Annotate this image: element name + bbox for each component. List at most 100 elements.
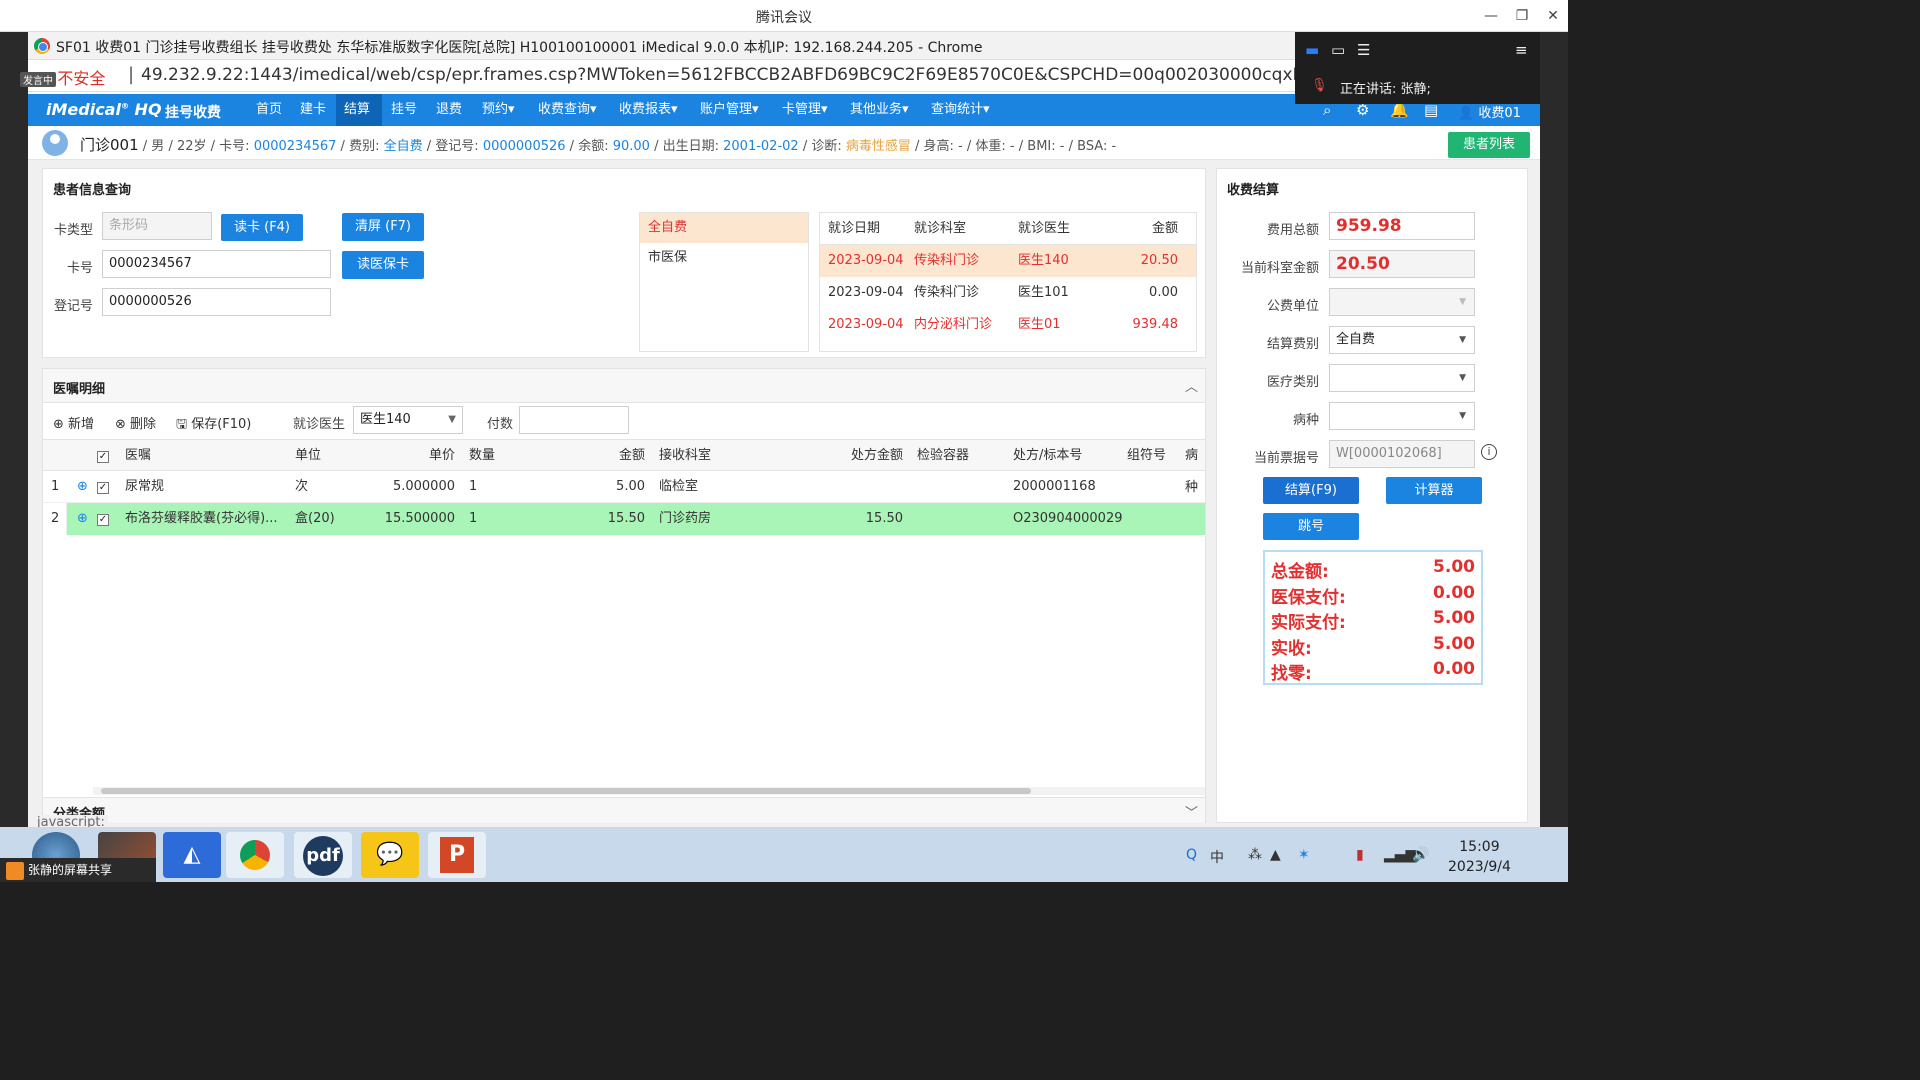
chevron-down-icon: ▼ [1459,335,1466,345]
clear-screen-button[interactable]: 清屏 (F7) [342,213,424,241]
patient-info: 门诊001 / 男 / 22岁 / 卡号: 0000234567 / 费别: 全… [80,136,1117,154]
table-row[interactable]: 2 ⊕ ✓ 布洛芬缓释胶囊(芬必得)... 盒(20) 15.500000 1 … [43,503,1205,535]
security-icon[interactable]: ▮ [1356,847,1364,863]
patient-list-button[interactable]: 患者列表 [1448,132,1530,158]
collapse-icon[interactable]: ︿ [1185,376,1198,395]
disease-select[interactable]: ▼ [1329,402,1475,430]
minimize-icon[interactable]: — [1480,5,1502,27]
select-all-checkbox[interactable]: ✓ [97,440,109,472]
scrollbar-thumb[interactable] [101,788,1031,794]
nav-other[interactable]: 其他业务▾ [842,94,917,126]
nav-refund[interactable]: 退费 [428,94,470,126]
visit-row[interactable]: 2023-09-04 内分泌科门诊 医生01 939.48 [820,309,1196,341]
patient-dob: 2001-02-02 [723,139,799,154]
doses-input[interactable] [519,406,629,434]
expand-down-icon[interactable]: ﹀ [1185,802,1198,821]
expand-icon[interactable]: ⊕ [77,503,88,535]
pen-icon[interactable]: ⁂ [1248,847,1262,863]
patient-reg-no: 0000000526 [482,139,566,154]
skip-number-button[interactable]: 跳号 [1263,513,1359,540]
settle-type-select[interactable]: 全自费 ▼ [1329,326,1475,354]
nav-create-card[interactable]: 建卡 [292,94,334,126]
meeting-float-panel: ▬ ▭ ☰ ≡ 🎙 正在讲话: 张静; [1295,32,1540,104]
mic-muted-icon: 🎙 [1311,78,1328,93]
chevron-down-icon: ▼ [1459,297,1466,307]
visit-row[interactable]: 2023-09-04 传染科门诊 医生101 0.00 [820,277,1196,309]
fee-type-item[interactable]: 市医保 [640,243,808,273]
add-button[interactable]: ⊕ 新增 [53,413,94,432]
list-icon[interactable]: ≡ [1515,41,1528,59]
nav-settle[interactable]: 结算 [336,94,382,126]
reg-no-input[interactable]: 0000000526 [102,288,331,316]
row-checkbox[interactable]: ✓ [97,503,109,535]
url-text[interactable]: 49.232.9.22:1443/imedical/web/csp/epr.fr… [141,65,1382,85]
nav-card-manage[interactable]: 卡管理▾ [774,94,836,126]
expand-icon[interactable]: ⊕ [77,471,88,503]
minimize-icon[interactable]: ▬ [1305,41,1319,59]
person-icon [6,861,24,880]
summary-actual: 实际支付: 5.00 [1271,608,1475,633]
summary-insurance: 医保支付: 0.00 [1271,582,1475,608]
order-grid-header: ✓ 医嘱 单位 单价 数量 金额 接收科室 处方金额 检验容器 处方/标本号 组… [43,439,1205,495]
chrome-app-icon[interactable] [226,832,284,878]
nav-fee-report[interactable]: 收费报表▾ [611,94,686,126]
summary-change: 找零: 0.00 [1271,659,1475,684]
volume-icon[interactable]: 🔊 [1412,847,1429,863]
calculator-button[interactable]: 计算器 [1386,477,1482,504]
total-label: 费用总额 [1266,223,1319,238]
settle-button[interactable]: 结算(F9) [1263,477,1359,504]
fee-type-item[interactable]: 全自费 [640,213,808,243]
table-row[interactable]: 1 ⊕ ✓ 尿常规 次 5.000000 1 5.00 临检室 20000011… [43,471,1205,503]
search-tray-icon[interactable]: Q [1186,847,1197,863]
right-strip [1540,32,1568,827]
card-type-select[interactable]: 条形码 [102,212,212,240]
nav-appointment[interactable]: 预约▾ [474,94,523,126]
tray-expand-icon[interactable]: ▲ [1270,847,1281,863]
info-icon[interactable]: i [1481,444,1497,460]
read-card-button[interactable]: 读卡 (F4) [221,214,303,241]
user-menu[interactable]: 👤 收费01 [1458,102,1521,121]
visit-row[interactable]: 2023-09-04 传染科门诊 医生140 20.50 [820,245,1196,277]
meeting-app-icon[interactable]: ◭ [163,832,221,878]
avatar [42,130,68,156]
doctor-label: 就诊医生 [292,417,345,432]
public-unit-select[interactable]: ▼ [1329,288,1475,316]
wechat-app-icon[interactable]: 💬 [361,832,419,878]
network-app-icon[interactable]: ✶ [1298,847,1310,863]
clock[interactable]: 15:09 2023/9/4 [1448,837,1511,877]
nav-home[interactable]: 首页 [248,94,290,126]
doctor-select[interactable]: 医生140 ▼ [353,406,463,434]
screen: 腾讯会议 — ❐ ✕ SF01 收费01 门诊挂号收费组长 挂号收费处 东华标准… [0,0,1568,882]
doses-label: 付数 [486,417,513,432]
caret-down-icon: ▾ [821,102,828,117]
med-type-select[interactable]: ▼ [1329,364,1475,392]
window-icon[interactable]: ▭ [1331,41,1345,59]
order-panel-title: 医嘱明细 [53,382,106,397]
nav-fee-query[interactable]: 收费查询▾ [530,94,605,126]
nav-register[interactable]: 挂号 [383,94,425,126]
window-title: SF01 收费01 门诊挂号收费组长 挂号收费处 东华标准版数字化医院[总院] … [56,40,983,56]
close-icon[interactable]: ✕ [1542,5,1564,27]
patient-diagnosis: 病毒性感冒 [845,139,911,154]
card-no-input[interactable]: 0000234567 [102,250,331,278]
ime-indicator[interactable]: 中 [1210,847,1224,867]
restore-icon[interactable]: ❐ [1511,5,1533,27]
horizontal-scrollbar[interactable] [93,787,1205,795]
patient-name: 门诊001 [80,136,139,154]
chevron-down-icon: ▼ [1459,411,1466,421]
powerpoint-app-icon[interactable]: P [428,832,486,878]
delete-button[interactable]: ⊗ 删除 [115,413,156,432]
nav-statistics[interactable]: 查询统计▾ [923,94,998,126]
pdf-app-icon[interactable]: pdf [294,832,352,878]
nav-account[interactable]: 账户管理▾ [692,94,767,126]
save-button[interactable]: 🖫 保存(F10) [176,413,251,437]
read-insurance-button[interactable]: 读医保卡 [342,251,424,279]
screen-share-badge[interactable]: 张静的屏幕共享 [0,858,156,882]
menu-icon[interactable]: ☰ [1357,41,1370,59]
card-no-label: 卡号 [66,261,93,276]
category-amount-bar[interactable]: 分类金额 ﹀ [43,797,1205,823]
app-logo: iMedical® HQ [46,100,162,119]
mic-tag: 发言中 [20,72,56,87]
row-checkbox[interactable]: ✓ [97,471,109,503]
summary-total: 总金额: 5.00 [1271,557,1475,582]
